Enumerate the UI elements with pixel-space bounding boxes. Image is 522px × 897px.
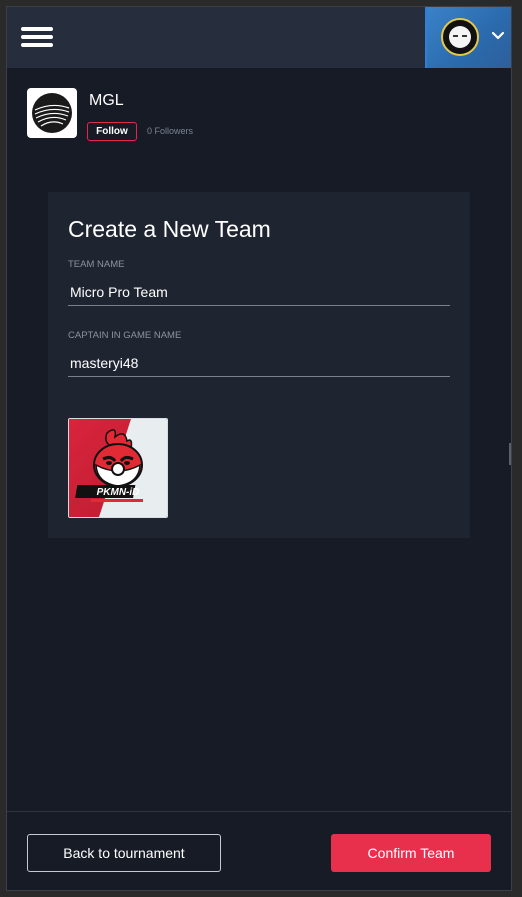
organization-logo-icon[interactable]	[27, 88, 77, 138]
footer-bar: Back to tournament Confirm Team	[7, 811, 511, 890]
captain-name-label: CAPTAIN IN GAME NAME	[68, 330, 182, 341]
user-avatar-icon	[441, 18, 479, 56]
team-name-input[interactable]	[68, 278, 450, 306]
top-bar	[7, 7, 511, 68]
team-name-label: TEAM NAME	[68, 259, 125, 270]
followers-count: 0 Followers	[147, 126, 194, 136]
chevron-down-icon	[491, 31, 505, 40]
team-logo-text: PKMN-iD	[97, 487, 140, 498]
organization-name[interactable]: MGL	[89, 92, 124, 110]
form-title: Create a New Team	[68, 216, 271, 242]
captain-name-input[interactable]	[68, 349, 450, 377]
scrollbar-handle[interactable]	[509, 443, 511, 465]
app-frame: MGL Follow 0 Followers Create a New Team…	[6, 6, 512, 891]
back-to-tournament-button[interactable]: Back to tournament	[27, 834, 221, 872]
team-logo-image[interactable]: PKMN-iD	[68, 418, 168, 518]
user-menu-button[interactable]	[425, 7, 511, 68]
create-team-card: Create a New Team TEAM NAME CAPTAIN IN G…	[48, 192, 470, 538]
confirm-team-button[interactable]: Confirm Team	[331, 834, 491, 872]
follow-button[interactable]: Follow	[87, 122, 137, 141]
hamburger-menu-icon[interactable]	[21, 25, 53, 49]
